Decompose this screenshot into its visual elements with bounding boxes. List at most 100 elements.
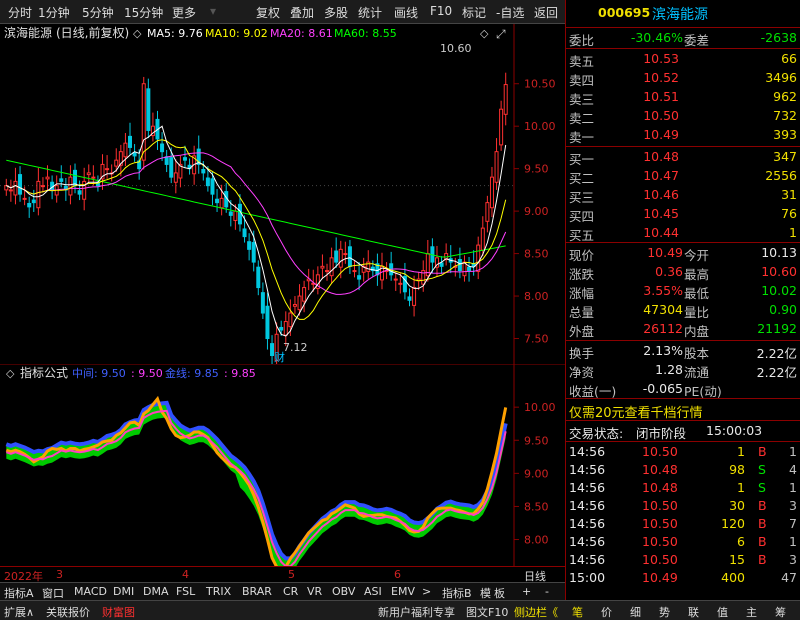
f10-button[interactable]: 图文F10 [466,604,508,620]
price-tick-label: 10.50 [524,78,556,91]
tab-indicator-a[interactable]: 指标A [4,585,34,601]
tab-indicator-b[interactable]: 指标B [442,585,472,601]
tool-watchlist[interactable]: -自选 [496,4,524,21]
candle-body [467,266,472,272]
period-5min[interactable]: 5分钟 [82,4,114,21]
candle-body [68,176,73,196]
tab-cr[interactable]: CR [283,585,298,598]
tool-draw[interactable]: 画线 [394,4,418,21]
candle-body [160,143,165,153]
panel-tab-trades[interactable]: 笔 [572,604,583,620]
panel-tab-chips[interactable]: 筹 [775,604,786,620]
period-intraday[interactable]: 分时 [8,4,32,21]
tab-add[interactable]: + [522,585,531,598]
diamond-icon[interactable]: ◇ [480,27,489,40]
sells-row[interactable]: 卖一 10.49 393 [566,126,800,145]
finance-marker[interactable]: 财 [274,350,285,364]
expand-icon[interactable]: ⤢ [495,27,506,41]
tool-mark[interactable]: 标记 [462,4,486,21]
period-more[interactable]: 更多 [172,4,196,21]
candle-body [18,174,23,195]
tick-price: 10.48 [642,480,678,495]
stock-name: 滨海能源 [652,7,708,23]
tick-price: 10.50 [642,552,678,567]
tool-stats[interactable]: 统计 [358,4,382,21]
indicator-chart[interactable]: 10.00 9.50 9.00 8.50 8.00 ◇ 指标公式 中间: 9.50 : … [0,364,565,566]
kline-chart[interactable]: 10.50 10.00 9.50 9.00 8.50 8.00 7.50 滨海能源 (日线,… [0,24,565,364]
new-user-promo[interactable]: 新用户福利专享 [378,604,455,620]
tab-emv[interactable]: EMV [391,585,415,598]
buys-volume: 1 [789,225,797,240]
tick-row: 14:56 10.50 30 B 3 [566,497,800,515]
price-tick-label: 8.00 [524,290,549,303]
tab-remove[interactable]: - [545,585,549,598]
tick-time: 14:56 [569,498,606,513]
sells-row[interactable]: 卖三 10.51 962 [566,88,800,107]
tab-fsl[interactable]: FSL [176,585,195,598]
tab-template-2[interactable]: 板 [494,585,505,601]
chevron-down-icon[interactable]: ▾ [210,4,216,18]
tool-fuquan[interactable]: 复权 [256,4,280,21]
tab-trix[interactable]: TRIX [206,585,231,598]
sells-row[interactable]: 卖四 10.52 3496 [566,69,800,88]
panel-tab-detail[interactable]: 细 [630,604,641,620]
tool-multi[interactable]: 多股 [324,4,348,21]
time-axis: 2022年 3 4 5 6 日线 [0,566,565,583]
candle-body [302,287,307,302]
tick-count: 7 [789,516,797,531]
candle-body [201,169,206,174]
high-price-annotation: 10.60 [440,42,472,55]
tick-volume: 120 [721,516,745,531]
tool-f10[interactable]: F10 [430,4,452,18]
sells-row[interactable]: 卖二 10.50 732 [566,107,800,126]
period-15min[interactable]: 15分钟 [124,4,163,21]
related-quotes-button[interactable]: 关联报价 [46,604,90,620]
buys-row[interactable]: 买二 10.47 2556 [566,167,800,186]
sells-row[interactable]: 卖五 10.53 66 [566,50,800,69]
panel-tab-value[interactable]: 值 [717,604,728,620]
tab-dma[interactable]: DMA [143,585,169,598]
tab-obv[interactable]: OBV [332,585,355,598]
tab-template-1[interactable]: 模 [480,585,491,601]
tick-count: 3 [789,552,797,567]
sidebar-toggle[interactable]: 侧边栏《 [514,604,558,620]
buys-row[interactable]: 买三 10.46 31 [566,186,800,205]
sells-volume: 3496 [765,70,797,85]
tab-macd[interactable]: MACD [74,585,107,598]
indicator-tab-bar: 指标A 窗口 MACD DMI DMA FSL TRIX BRAR CR VR … [0,582,565,600]
panel-tab-related[interactable]: 联 [688,604,699,620]
tab-asi[interactable]: ASI [364,585,382,598]
tick-row: 14:56 10.50 6 B 1 [566,533,800,551]
candle-body [260,292,265,314]
chevron-down-icon[interactable]: ◇ [133,27,142,40]
buys-row[interactable]: 买五 10.44 1 [566,224,800,243]
buys-row[interactable]: 买四 10.45 76 [566,205,800,224]
tool-back[interactable]: 返回 [534,4,558,21]
stat-label: 量比 [684,305,710,320]
tick-row: 15:00 10.49 400 47 [566,569,800,587]
tab-dmi[interactable]: DMI [113,585,134,598]
tick-count: 1 [789,480,797,495]
stat-row: 涨跌 0.36 最高 10.60 [566,263,800,282]
tab-more[interactable]: > [422,585,431,598]
price-tick-label: 9.00 [524,205,549,218]
stat-value: 2.22亿 [756,346,797,361]
tool-overlay[interactable]: 叠加 [290,4,314,21]
panel-tab-price[interactable]: 价 [601,604,612,620]
tab-vr[interactable]: VR [307,585,322,598]
stat-row: 总量 47304 量比 0.90 [566,301,800,320]
ma5-label: MA5: 9.76 [147,27,203,40]
panel-tab-trend[interactable]: 势 [659,604,670,620]
chevron-down-icon[interactable]: ◇ [6,367,15,380]
period-1min[interactable]: 1分钟 [38,4,70,21]
tab-window[interactable]: 窗口 [42,585,64,601]
expand-button[interactable]: 扩展∧ [4,604,34,620]
candle-body [105,168,110,171]
promo-link[interactable]: 仅需20元查看千档行情 [569,402,703,421]
buys-row[interactable]: 买一 10.48 347 [566,148,800,167]
tab-brar[interactable]: BRAR [242,585,272,598]
ma20-label: MA20: 8.61 [270,27,333,40]
panel-tab-main[interactable]: 主 [746,604,757,620]
tick-volume: 6 [737,534,745,549]
wealth-chart-button[interactable]: 财富图 [102,604,135,620]
